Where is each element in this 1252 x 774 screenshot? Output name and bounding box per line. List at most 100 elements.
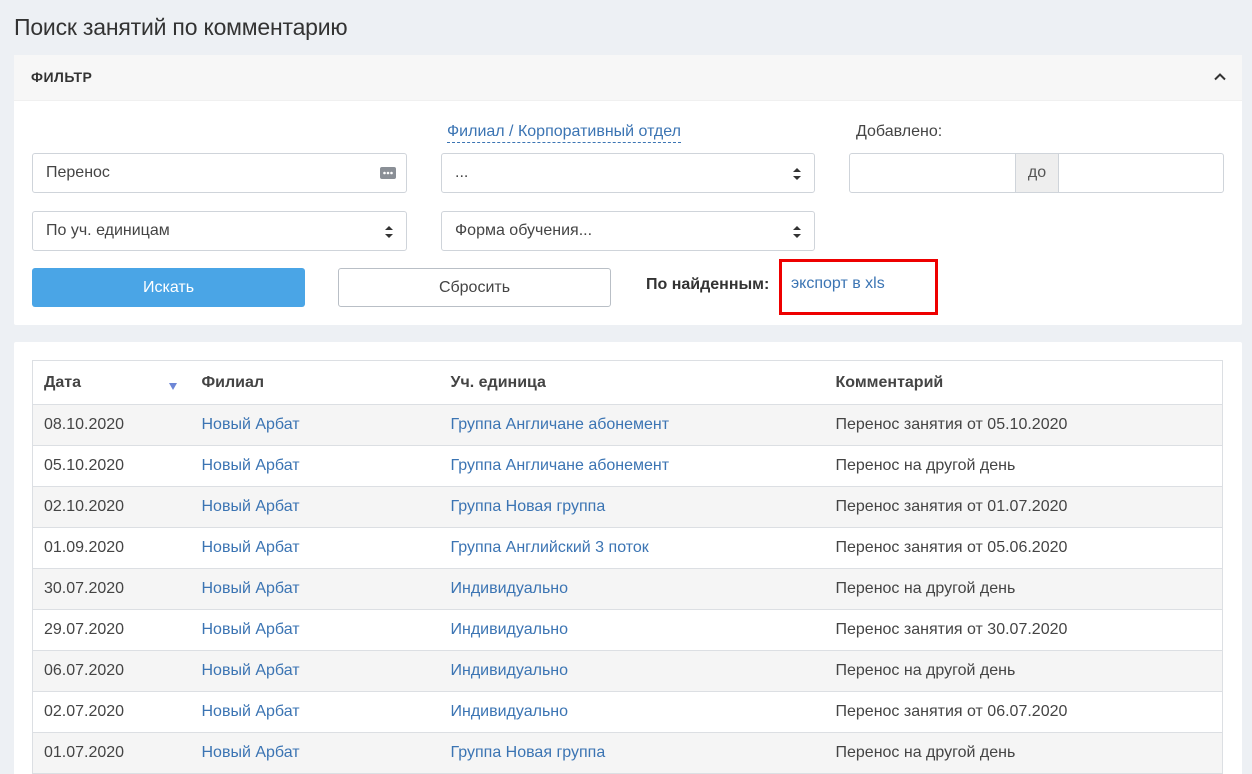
column-header-unit: Уч. единица	[439, 360, 825, 405]
cell-date: 29.07.2020	[32, 609, 191, 651]
unit-link-cell[interactable]: Группа Английский 3 поток	[451, 539, 649, 556]
cell-date: 05.10.2020	[32, 445, 191, 487]
date-range: до	[849, 153, 1224, 193]
found-label: По найденным:	[646, 276, 770, 293]
export-xls-link[interactable]: экспорт в xls	[791, 274, 885, 294]
cell-date: 08.10.2020	[32, 404, 191, 446]
cell-branch: Новый Арбат	[190, 445, 440, 487]
cell-unit: Группа Англичане абонемент	[439, 404, 825, 446]
unit-link-cell[interactable]: Группа Англичане абонемент	[451, 416, 670, 433]
unit-link-cell[interactable]: Группа Новая группа	[451, 744, 606, 761]
cell-comment: Перенос занятия от 05.10.2020	[824, 404, 1223, 446]
table-row: 02.10.2020 Новый Арбат Группа Новая группа…	[32, 486, 1223, 528]
unit-link-cell[interactable]: Индивидуально	[451, 662, 569, 679]
column-header-comment: Комментарий	[824, 360, 1223, 405]
group-by-select[interactable]: По уч. единицам	[32, 211, 407, 251]
comment-search-value: Перенос	[46, 164, 110, 181]
branch-select-value: ...	[455, 164, 469, 181]
cell-date: 02.10.2020	[32, 486, 191, 528]
cell-branch: Новый Арбат	[190, 732, 440, 774]
cell-unit: Группа Новая группа	[439, 732, 825, 774]
cell-branch: Новый Арбат	[190, 527, 440, 569]
cell-date: 30.07.2020	[32, 568, 191, 610]
cell-unit: Индивидуально	[439, 609, 825, 651]
branch-link-cell[interactable]: Новый Арбат	[202, 621, 300, 638]
date-from-input[interactable]	[850, 154, 1015, 192]
select-arrows-icon	[384, 224, 394, 240]
results-table: Дата Филиал Уч. единица Комментарий 08.1…	[32, 360, 1223, 774]
unit-link-cell[interactable]: Группа Англичане абонемент	[451, 457, 670, 474]
branch-link-cell[interactable]: Новый Арбат	[202, 539, 300, 556]
study-form-value: Форма обучения...	[455, 222, 593, 239]
cell-comment: Перенос на другой день	[824, 732, 1223, 774]
sort-desc-icon	[168, 383, 177, 390]
table-row: 06.07.2020 Новый Арбат Индивидуально Перено…	[32, 650, 1223, 692]
cell-unit: Группа Английский 3 поток	[439, 527, 825, 569]
cell-branch: Новый Арбат	[190, 486, 440, 528]
cell-comment: Перенос на другой день	[824, 568, 1223, 610]
unit-link-cell[interactable]: Индивидуально	[451, 580, 569, 597]
branch-link-cell[interactable]: Новый Арбат	[202, 580, 300, 597]
cell-branch: Новый Арбат	[190, 404, 440, 446]
branch-link[interactable]: Филиал / Корпоративный отдел	[447, 122, 681, 143]
date-to-input[interactable]	[1059, 154, 1223, 192]
cell-date: 01.07.2020	[32, 732, 191, 774]
filter-panel: ФИЛЬТР Перенос Филиал / Корпоративный от…	[14, 55, 1242, 325]
unit-link-cell[interactable]: Индивидуально	[451, 621, 569, 638]
cell-unit: Индивидуально	[439, 568, 825, 610]
filter-title: ФИЛЬТР	[31, 69, 93, 85]
table-row: 02.07.2020 Новый Арбат Индивидуально Перено…	[32, 691, 1223, 733]
select-arrows-icon	[792, 166, 802, 182]
unit-link-cell[interactable]: Индивидуально	[451, 703, 569, 720]
comment-search-input[interactable]: Перенос	[32, 153, 407, 193]
branch-link-cell[interactable]: Новый Арбат	[202, 744, 300, 761]
study-form-select[interactable]: Форма обучения...	[441, 211, 815, 251]
branch-link-cell[interactable]: Новый Арбат	[202, 416, 300, 433]
cell-unit: Индивидуально	[439, 691, 825, 733]
column-header-branch: Филиал	[190, 360, 440, 405]
cell-unit: Группа Англичане абонемент	[439, 445, 825, 487]
table-row: 05.10.2020 Новый Арбат Группа Англичане аб…	[32, 445, 1223, 487]
cell-comment: Перенос занятия от 30.07.2020	[824, 609, 1223, 651]
chevron-up-icon[interactable]	[1212, 69, 1228, 85]
results-panel: Дата Филиал Уч. единица Комментарий 08.1…	[14, 342, 1242, 774]
group-by-value: По уч. единицам	[46, 222, 170, 239]
column-header-date[interactable]: Дата	[32, 360, 191, 405]
date-separator: до	[1015, 154, 1059, 192]
branch-link-cell[interactable]: Новый Арбат	[202, 498, 300, 515]
table-header-row: Дата Филиал Уч. единица Комментарий	[32, 360, 1223, 405]
cell-comment: Перенос занятия от 06.07.2020	[824, 691, 1223, 733]
cell-date: 01.09.2020	[32, 527, 191, 569]
reset-button[interactable]: Сбросить	[338, 268, 611, 307]
cell-comment: Перенос на другой день	[824, 445, 1223, 487]
column-header-date-label: Дата	[44, 373, 82, 391]
cell-comment: Перенос занятия от 05.06.2020	[824, 527, 1223, 569]
cell-branch: Новый Арбат	[190, 609, 440, 651]
table-row: 08.10.2020 Новый Арбат Группа Англичане аб…	[32, 404, 1223, 446]
select-arrows-icon	[792, 224, 802, 240]
table-row: 01.07.2020 Новый Арбат Группа Новая группа…	[32, 732, 1223, 774]
cell-unit: Индивидуально	[439, 650, 825, 692]
search-button[interactable]: Искать	[32, 268, 305, 307]
cell-unit: Группа Новая группа	[439, 486, 825, 528]
cell-comment: Перенос на другой день	[824, 650, 1223, 692]
page-title: Поиск занятий по комментарию	[14, 14, 348, 40]
added-label: Добавлено:	[856, 123, 943, 140]
unit-link-cell[interactable]: Группа Новая группа	[451, 498, 606, 515]
cell-date: 06.07.2020	[32, 650, 191, 692]
branch-select[interactable]: ...	[441, 153, 815, 193]
cell-comment: Перенос занятия от 01.07.2020	[824, 486, 1223, 528]
cell-date: 02.07.2020	[32, 691, 191, 733]
table-body: 08.10.2020 Новый Арбат Группа Англичане аб…	[32, 404, 1223, 774]
cell-branch: Новый Арбат	[190, 691, 440, 733]
ellipsis-card-icon[interactable]	[379, 164, 397, 182]
branch-link-cell[interactable]: Новый Арбат	[202, 457, 300, 474]
filter-header[interactable]: ФИЛЬТР	[14, 55, 1242, 101]
table-row: 30.07.2020 Новый Арбат Индивидуально Перено…	[32, 568, 1223, 610]
cell-branch: Новый Арбат	[190, 650, 440, 692]
table-row: 29.07.2020 Новый Арбат Индивидуально Перено…	[32, 609, 1223, 651]
table-row: 01.09.2020 Новый Арбат Группа Английский 3…	[32, 527, 1223, 569]
cell-branch: Новый Арбат	[190, 568, 440, 610]
branch-link-cell[interactable]: Новый Арбат	[202, 703, 300, 720]
branch-link-cell[interactable]: Новый Арбат	[202, 662, 300, 679]
